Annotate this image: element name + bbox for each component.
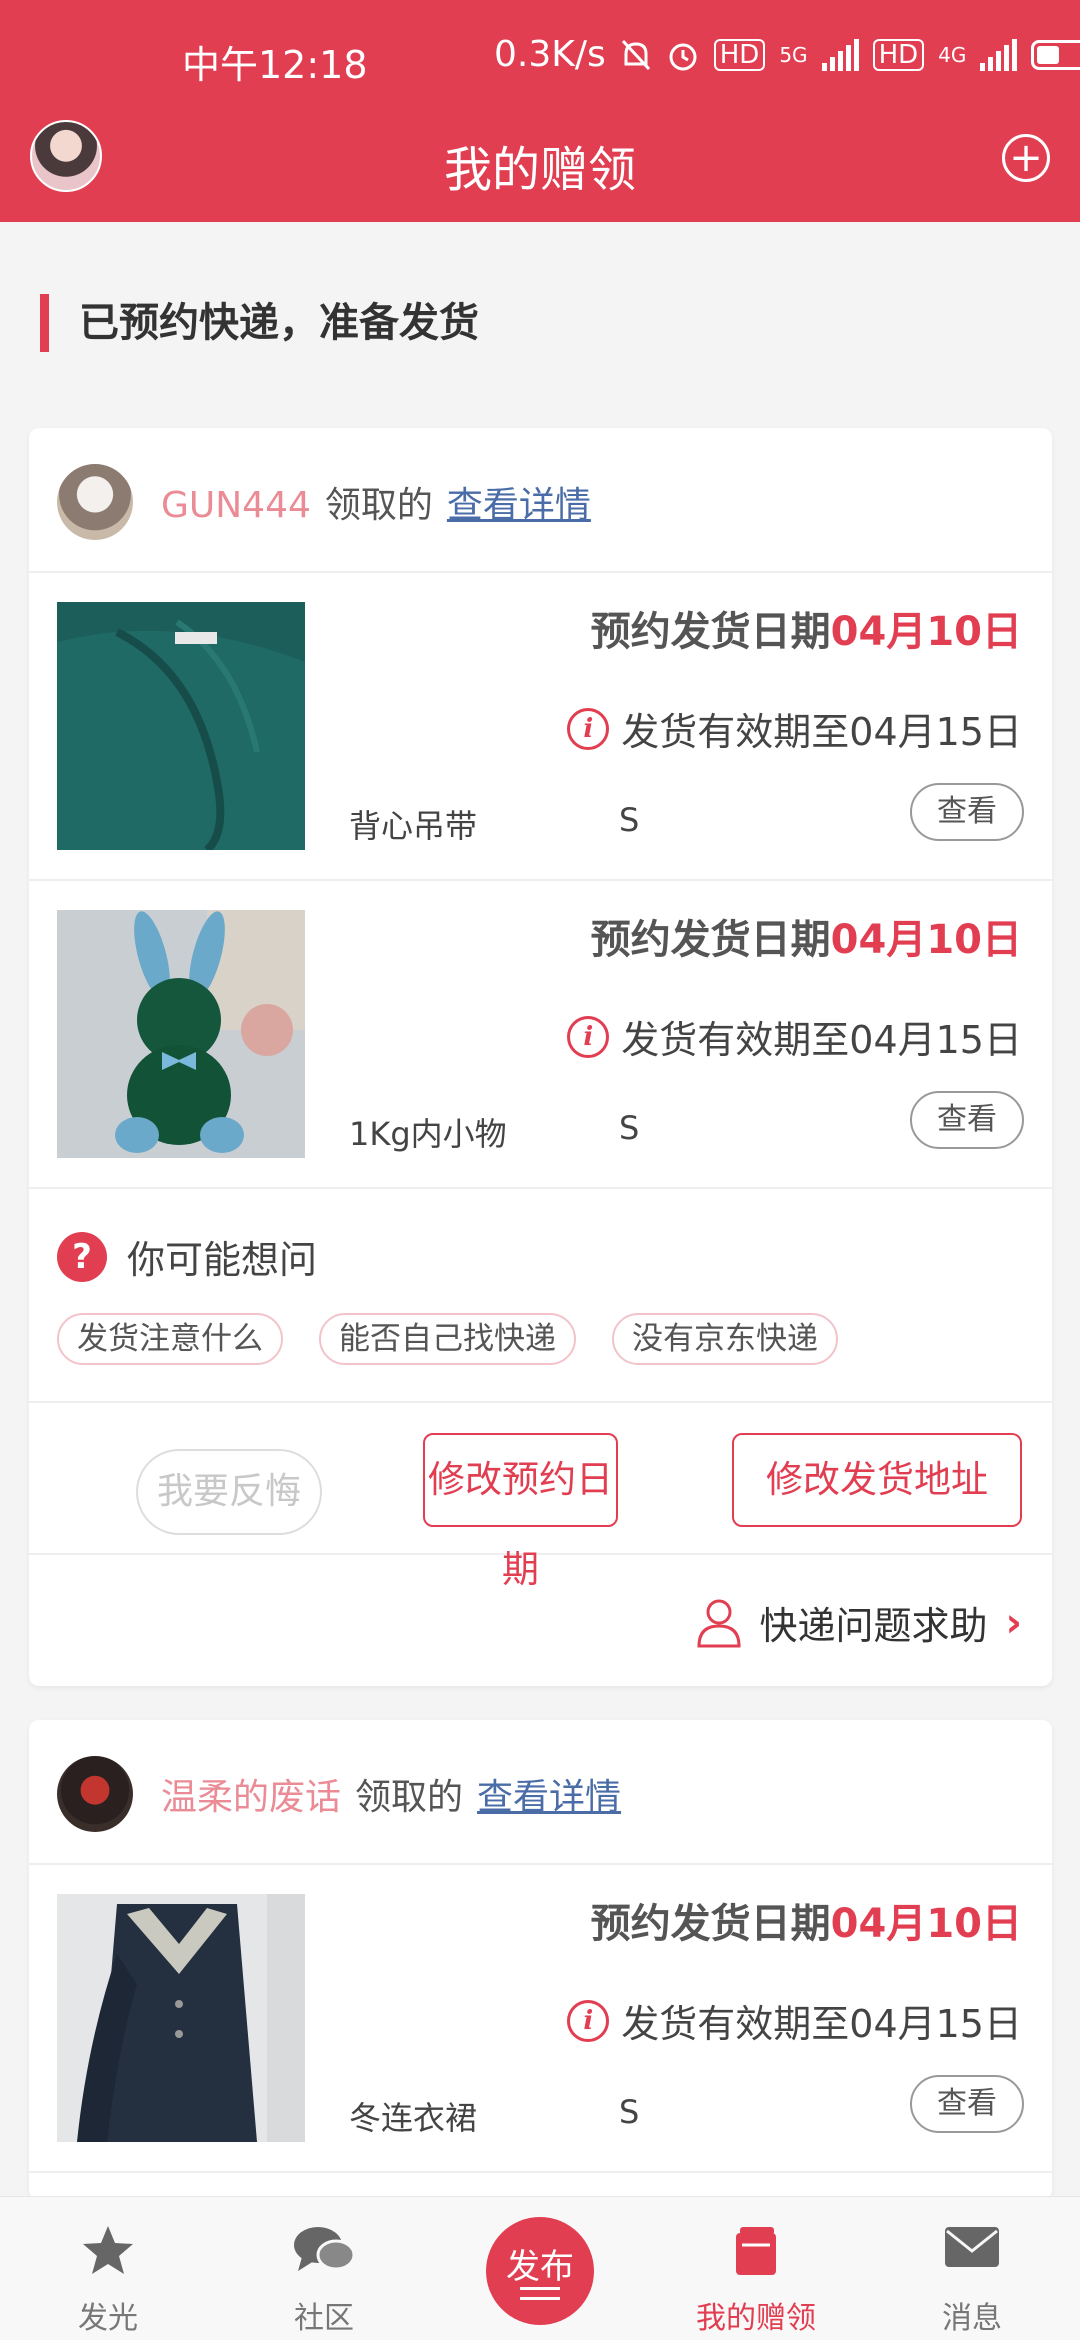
- signal-icon-2: [980, 38, 1018, 71]
- faq-chip-no-jd[interactable]: 没有京东快递: [612, 1313, 838, 1365]
- valid-until: i 发货有效期至04月15日: [567, 1009, 1022, 1064]
- card-actions: 我要反悔 修改预约日期 修改发货地址: [29, 1403, 1052, 1591]
- publish-bar-icon: [520, 2297, 560, 2300]
- view-button[interactable]: 查看: [910, 2075, 1024, 2133]
- item-size: S: [619, 2093, 640, 2131]
- status-bar: 中午12:18 0.3K/s HD 5G HD 4G: [0, 0, 1080, 110]
- velvet-dress-image: [57, 1894, 305, 2142]
- green-rabbit-plush-image: [57, 910, 305, 1158]
- change-date-button[interactable]: 修改预约日期: [423, 1433, 618, 1591]
- claimed-label: 领取的: [355, 1777, 464, 1818]
- faq-chip-own-courier[interactable]: 能否自己找快递: [319, 1313, 576, 1365]
- chat-bubbles-icon: [294, 2227, 356, 2271]
- info-icon: i: [567, 1999, 610, 2042]
- mute-bell-icon: [621, 39, 650, 70]
- tab-label: 我的赠领: [696, 2301, 816, 2336]
- network-5g: 5G: [779, 42, 808, 67]
- tab-community[interactable]: 社区: [216, 2197, 432, 2340]
- ship-date: 预约发货日期04月10日: [590, 917, 1022, 963]
- ship-date: 预约发货日期04月10日: [590, 1901, 1022, 1947]
- publish-bar-icon: [520, 2287, 560, 2290]
- valid-until: i 发货有效期至04月15日: [567, 701, 1022, 756]
- courier-help-row[interactable]: 快递问题求助 ›: [29, 1555, 1052, 1686]
- item-size: S: [619, 1109, 640, 1147]
- faq-question: ? 你可能想问: [57, 1229, 317, 1284]
- claimer-username[interactable]: 温柔的废话: [161, 1777, 341, 1818]
- list-item: 预约发货日期04月10日 i 发货有效期至04月15日 背心吊带 S 查看: [29, 573, 1052, 881]
- claimed-label: 领取的: [324, 485, 433, 526]
- faq-chips: 发货注意什么 能否自己找快递 没有京东快递: [57, 1313, 838, 1365]
- battery-icon: [1031, 39, 1080, 70]
- signal-icon-1: [821, 38, 859, 71]
- add-button[interactable]: +: [1002, 134, 1050, 182]
- user-avatar[interactable]: [57, 1756, 133, 1832]
- page-title: 我的赠领: [443, 142, 636, 198]
- claimer-line: GUN444 领取的 查看详情: [161, 476, 591, 528]
- gift-book-icon: [736, 2227, 776, 2275]
- alarm-clock-icon: [669, 43, 697, 70]
- publish-button[interactable]: 发布: [486, 2217, 594, 2325]
- bottom-tab-bar: 发光 社区 发布 我的赠领 消息: [0, 2196, 1080, 2340]
- claimer-username[interactable]: GUN444: [161, 485, 311, 526]
- courier-help-label: 快递问题求助: [759, 1604, 988, 1648]
- green-top-image: [57, 602, 305, 850]
- item-name: 冬连衣裙: [349, 2099, 478, 2137]
- network-4g: 4G: [938, 42, 967, 67]
- tab-label: 社区: [294, 2301, 354, 2336]
- faq-chip-shipping-notes[interactable]: 发货注意什么: [57, 1313, 283, 1365]
- status-time: 中午12:18: [182, 43, 368, 87]
- user-avatar[interactable]: [57, 464, 133, 540]
- faq-title: 你可能想问: [127, 1238, 318, 1282]
- view-detail-link[interactable]: 查看详情: [477, 1777, 621, 1818]
- item-photo[interactable]: [57, 910, 305, 1158]
- valid-until: i 发货有效期至04月15日: [567, 1993, 1022, 2048]
- tab-glow[interactable]: 发光: [0, 2197, 216, 2340]
- tab-label: 消息: [942, 2301, 1002, 2336]
- info-icon: i: [567, 707, 610, 750]
- item-name: 背心吊带: [349, 807, 478, 845]
- mail-icon: [945, 2227, 999, 2267]
- tab-label: 发光: [78, 2301, 138, 2336]
- section-title: 已预约快递，准备发货: [40, 294, 479, 352]
- item-photo[interactable]: [57, 602, 305, 850]
- card-header: 温柔的废话 领取的 查看详情: [29, 1720, 1052, 1865]
- star-icon: [83, 2226, 133, 2274]
- regret-button[interactable]: 我要反悔: [136, 1449, 322, 1535]
- status-icons: 0.3K/s HD 5G HD 4G: [494, 34, 1080, 75]
- card-header: GUN444 领取的 查看详情: [29, 428, 1052, 573]
- claim-card: GUN444 领取的 查看详情 预约发货日期04月10日 i 发货有效期至04月15…: [29, 428, 1052, 1686]
- tab-my-gifts[interactable]: 我的赠领: [648, 2197, 864, 2340]
- question-icon: ?: [57, 1231, 107, 1282]
- claimer-line: 温柔的废话 领取的 查看详情: [161, 1768, 621, 1820]
- hd-badge-1: HD: [713, 38, 766, 71]
- tab-messages[interactable]: 消息: [864, 2197, 1080, 2340]
- list-item: 预约发货日期04月10日 i 发货有效期至04月15日 冬连衣裙 S 查看: [29, 1865, 1052, 2173]
- view-button[interactable]: 查看: [910, 783, 1024, 841]
- change-address-button[interactable]: 修改发货地址: [732, 1433, 1022, 1527]
- item-photo[interactable]: [57, 1894, 305, 2142]
- claim-card: 温柔的废话 领取的 查看详情 预约发货日期04月10日 i 发货有效期至04月15日…: [29, 1720, 1052, 2200]
- list-item: 预约发货日期04月10日 i 发货有效期至04月15日 1Kg内小物 S 查看: [29, 881, 1052, 1189]
- view-button[interactable]: 查看: [910, 1091, 1024, 1149]
- app-bar: 我的赠领 +: [0, 110, 1080, 222]
- person-icon: [696, 1599, 741, 1647]
- item-size: S: [619, 801, 640, 839]
- hd-badge-2: HD: [872, 38, 925, 71]
- plus-icon: +: [1009, 135, 1043, 181]
- ship-date: 预约发货日期04月10日: [590, 609, 1022, 655]
- view-detail-link[interactable]: 查看详情: [447, 485, 591, 526]
- publish-label: 发布: [506, 2247, 574, 2287]
- info-icon: i: [567, 1015, 610, 1058]
- item-name: 1Kg内小物: [349, 1115, 507, 1153]
- chevron-right-icon: ›: [1005, 1599, 1022, 1646]
- network-speed: 0.3K/s: [494, 34, 606, 75]
- faq-section: ? 你可能想问 发货注意什么 能否自己找快递 没有京东快递: [29, 1189, 1052, 1403]
